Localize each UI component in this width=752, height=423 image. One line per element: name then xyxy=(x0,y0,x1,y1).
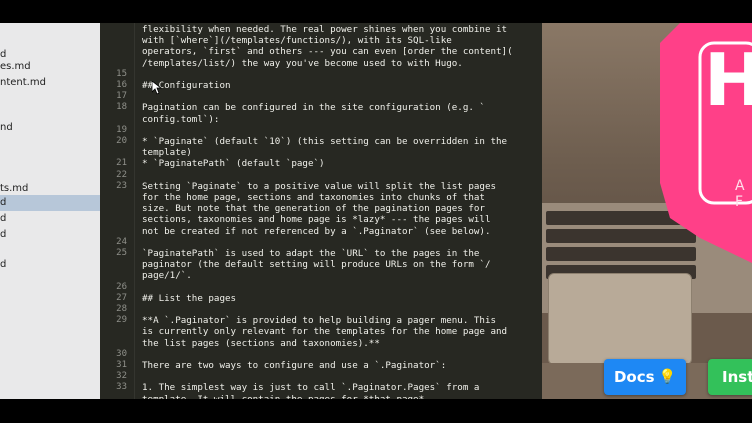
docs-button[interactable]: Docs 💡 xyxy=(604,359,686,395)
code-text[interactable]: not be created if not referenced by a `.… xyxy=(142,226,536,237)
editor-line[interactable]: 28 xyxy=(100,304,542,315)
code-text[interactable]: * `PaginatePath` (default `page`) xyxy=(142,158,536,169)
code-text[interactable]: /templates/list/) the way you've become … xyxy=(142,58,536,69)
hugo-logo-letter: H xyxy=(704,38,752,122)
sidebar-file-item[interactable]: d xyxy=(0,211,100,227)
code-text[interactable]: 1. The simplest way is just to call `.Pa… xyxy=(142,382,536,393)
code-text[interactable]: flexibility when needed. The real power … xyxy=(142,24,536,35)
code-text[interactable]: config.toml`): xyxy=(142,114,536,125)
editor-line[interactable]: 15 xyxy=(100,69,542,80)
line-number: 23 xyxy=(116,180,127,191)
code-text[interactable]: Pagination can be configured in the site… xyxy=(142,102,536,113)
editor-line[interactable]: 27 ## List the pages xyxy=(100,293,542,304)
editor-line[interactable]: template) xyxy=(100,147,542,158)
editor-line[interactable]: 20 * `Paginate` (default `10`) (this sett… xyxy=(100,136,542,147)
sidebar-file-item[interactable]: d xyxy=(0,227,100,243)
editor-line[interactable]: 23 Setting `Paginate` to a positive value… xyxy=(100,181,542,192)
top-letterbox xyxy=(0,0,752,23)
editor-line[interactable]: 25 `PaginatePath` is used to adapt the `U… xyxy=(100,248,542,259)
line-number: 17 xyxy=(116,91,127,102)
line-number: 26 xyxy=(116,281,127,292)
code-text[interactable]: sections, taxonomies and home page is *l… xyxy=(142,214,536,225)
editor-line[interactable]: for the home page, sections and taxonomi… xyxy=(100,192,542,203)
line-number: 30 xyxy=(116,348,127,359)
line-number: 33 xyxy=(116,382,127,393)
editor-line[interactable]: 31 There are two ways to configure and us… xyxy=(100,360,542,371)
line-number: 32 xyxy=(116,371,127,382)
hugo-tagline: A F xyxy=(735,178,748,210)
line-number: 16 xyxy=(116,80,127,90)
sidebar-file-item[interactable]: es.md xyxy=(0,59,100,75)
code-text[interactable]: page/1/`. xyxy=(142,270,536,281)
code-text[interactable]: ## Configuration xyxy=(142,80,536,91)
line-number: 25 xyxy=(116,248,127,258)
line-number: 18 xyxy=(116,102,127,113)
editor-line[interactable]: 24 xyxy=(100,237,542,248)
editor-line[interactable]: 21 * `PaginatePath` (default `page`) xyxy=(100,158,542,169)
code-text[interactable]: Setting `Paginate` to a positive value w… xyxy=(142,181,536,192)
editor-line[interactable]: sections, taxonomies and home page is *l… xyxy=(100,214,542,225)
mouse-pointer-icon xyxy=(152,81,162,95)
line-number: 24 xyxy=(116,236,127,247)
code-text[interactable]: **A `.Paginator` is provided to help bui… xyxy=(142,315,536,326)
editor-line[interactable]: 22 xyxy=(100,170,542,181)
code-text[interactable]: ## List the pages xyxy=(142,293,536,304)
install-button[interactable]: Inst xyxy=(708,359,752,395)
editor-line[interactable]: flexibility when needed. The real power … xyxy=(100,24,542,35)
code-text[interactable]: There are two ways to configure and use … xyxy=(142,360,536,371)
editor-line[interactable]: the list pages (sections and taxonomies)… xyxy=(100,338,542,349)
sidebar-file-item-selected[interactable]: d xyxy=(0,195,100,211)
editor-line[interactable]: 26 xyxy=(100,282,542,293)
line-number: 19 xyxy=(116,124,127,135)
sidebar-file-item[interactable]: nd xyxy=(0,120,100,136)
file-sidebar[interactable]: d es.md ntent.md nd ts.md d d d d xyxy=(0,23,101,399)
text-editor[interactable]: flexibility when needed. The real power … xyxy=(100,23,542,399)
line-number: 15 xyxy=(116,68,127,79)
editor-line[interactable]: 16 ## Configuration xyxy=(100,80,542,91)
line-number: 29 xyxy=(116,315,127,326)
editor-line[interactable]: /templates/list/) the way you've become … xyxy=(100,58,542,69)
lightbulb-icon: 💡 xyxy=(658,369,676,385)
sidebar-file-item[interactable]: d xyxy=(0,257,100,273)
editor-line[interactable]: with [`where`](/templates/functions/), w… xyxy=(100,35,542,46)
code-text[interactable]: for the home page, sections and taxonomi… xyxy=(142,192,536,203)
editor-line[interactable]: 33 1. The simplest way is just to call `.… xyxy=(100,382,542,393)
line-number: 28 xyxy=(116,304,127,314)
line-number: 22 xyxy=(116,169,127,180)
editor-line[interactable]: 18 Pagination can be configured in the si… xyxy=(100,102,542,113)
editor-line[interactable]: size. But note that the generation of th… xyxy=(100,203,542,214)
code-text[interactable]: template) xyxy=(142,147,536,158)
docs-button-label: Docs xyxy=(613,368,655,386)
code-text[interactable]: is currently only relevant for the templ… xyxy=(142,326,536,337)
editor-line[interactable]: is currently only relevant for the templ… xyxy=(100,326,542,337)
line-number: 20 xyxy=(116,136,127,146)
line-number: 31 xyxy=(116,360,127,370)
install-button-label: Inst xyxy=(722,368,752,386)
code-text[interactable]: size. But note that the generation of th… xyxy=(142,203,536,214)
code-text[interactable]: operators, `first` and others --- you ca… xyxy=(142,46,536,57)
line-number: 21 xyxy=(116,158,127,169)
sidebar-file-item[interactable]: ntent.md xyxy=(0,75,100,91)
editor-line[interactable]: 29 **A `.Paginator` is provided to help b… xyxy=(100,315,542,326)
editor-line[interactable]: config.toml`): xyxy=(100,114,542,125)
editor-line[interactable]: 17 xyxy=(100,91,542,102)
code-text[interactable]: `PaginatePath` is used to adapt the `URL… xyxy=(142,248,536,259)
laptop-trackpad-image xyxy=(548,273,692,365)
editor-line[interactable]: not be created if not referenced by a `.… xyxy=(100,226,542,237)
editor-line[interactable]: operators, `first` and others --- you ca… xyxy=(100,46,542,57)
code-text[interactable]: the list pages (sections and taxonomies)… xyxy=(142,338,536,349)
code-text[interactable]: with [`where`](/templates/functions/), w… xyxy=(142,35,536,46)
line-number: 27 xyxy=(116,292,127,303)
editor-line[interactable]: 30 xyxy=(100,349,542,360)
code-text[interactable]: * `Paginate` (default `10`) (this settin… xyxy=(142,136,536,147)
editor-line[interactable]: 32 xyxy=(100,371,542,382)
bottom-letterbox xyxy=(0,399,752,423)
editor-line[interactable]: page/1/`. xyxy=(100,270,542,281)
editor-line[interactable]: paginator (the default setting will prod… xyxy=(100,259,542,270)
editor-line[interactable]: 19 xyxy=(100,125,542,136)
code-text[interactable]: paginator (the default setting will prod… xyxy=(142,259,536,270)
